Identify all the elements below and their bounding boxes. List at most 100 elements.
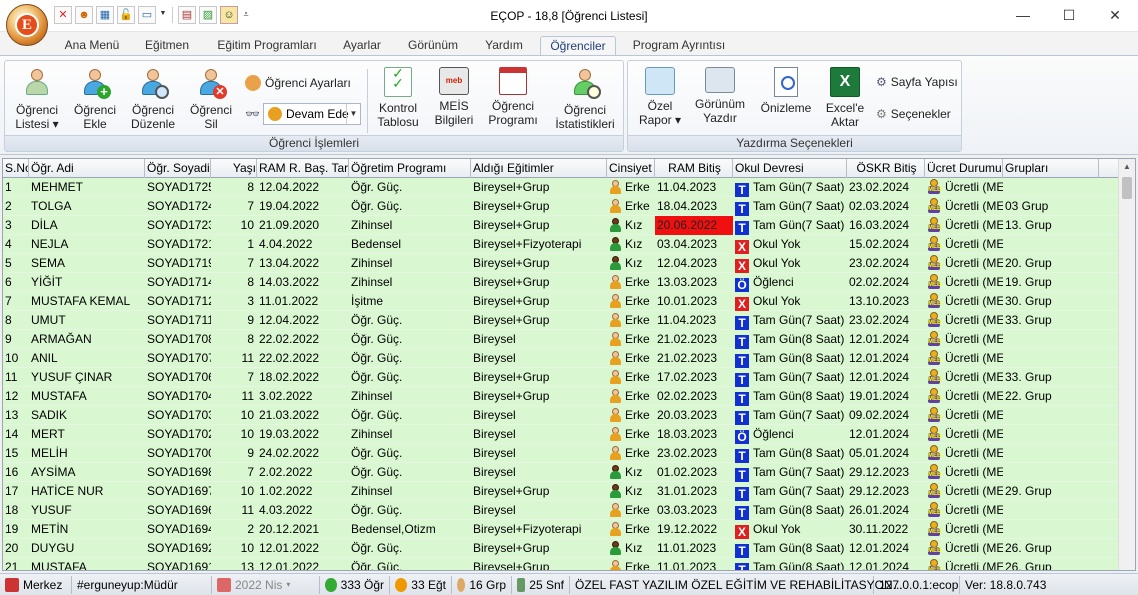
tab-gorunum[interactable]: Görünüm [398,36,468,56]
ogrenci-ekle-button[interactable]: + Öğrenci Ekle [67,65,123,131]
table-row[interactable]: 12 MUSTAFA SOYAD1704 11 3.02.2022 Zihinsel Bir… [3,387,1119,406]
tab-egitmen[interactable]: Eğitmen [136,36,198,56]
scroll-thumb[interactable] [1122,177,1132,199]
ogrenci-istatistikleri-button[interactable]: Öğrenci İstatistikleri [549,65,621,131]
table-cell: 02.02.2023 [655,387,733,406]
table-row[interactable]: 2 TOLGA SOYAD1724 7 19.04.2022 Öğr. Güç. Birey… [3,197,1119,216]
table-row[interactable]: 8 UMUT SOYAD1711 9 12.04.2022 Öğr. Güç. Bireys… [3,311,1119,330]
cell-ucret: Ücretli (ME [945,408,1003,422]
ogrenci-duzenle-button[interactable]: Öğrenci Düzenle [125,65,181,131]
status-period[interactable]: 2022 Nis ▾ [212,575,320,594]
column-header[interactable]: Grupları [1003,159,1099,178]
table-cell: 10 [211,406,257,425]
ogrenci-ayarlari-button[interactable]: Öğrenci Ayarları [245,75,351,91]
column-header[interactable]: RAM R. Baş. Tarih [257,159,349,178]
table-cell: T Tam Gün(7 Saat) [733,216,847,235]
cell-cins: Erke [625,294,650,308]
vertical-scrollbar[interactable]: ▲ [1118,159,1135,570]
cell-ad: AYSİMA [31,465,76,479]
table-cell: SOYAD1694 [145,520,211,539]
secenekler-button[interactable]: ⚙ Seçenekler [876,107,951,121]
cell-ram: 20.12.2021 [259,522,320,536]
meb-fee-icon: MEB [927,350,941,365]
table-row[interactable]: 14 MERT SOYAD1702 10 19.03.2022 Zihinsel Birey… [3,425,1119,444]
kontrol-tablosu-button[interactable]: ✓ ✓ Kontrol Tablosu [371,65,425,129]
table-row[interactable]: 5 SEMA SOYAD1719 7 13.04.2022 Zihinsel Bireyse… [3,254,1119,273]
table-cell: 24.02.2022 [257,444,349,463]
table-row[interactable]: 16 AYSİMA SOYAD1698 7 2.02.2022 Öğr. Güç. Bire… [3,463,1119,482]
table-cell: 9 [211,444,257,463]
table-row[interactable]: 11 YUSUF ÇINAR SOYAD1706 7 18.02.2022 Öğr. Gü… [3,368,1119,387]
cell-prog: Öğr. Güç. [351,332,403,346]
excel-aktar-button[interactable]: X Excel'e Aktar [820,65,870,129]
table-cell: 09.02.2024 [847,406,925,425]
table-cell: 19.03.2022 [257,425,349,444]
separator [367,69,368,133]
cell-oskr: 02.02.2024 [849,275,910,289]
maximize-button[interactable]: ☐ [1046,0,1092,31]
ogrenci-listesi-button[interactable]: Öğrenci Listesi ▾ [9,65,65,131]
table-row[interactable]: 21 MUSTAFA SOYAD1691 13 12.01.2022 Öğr. Güç. B… [3,558,1119,570]
tab-program-ayrintisi[interactable]: Program Ayrıntısı [624,36,734,56]
column-header[interactable]: S.No [3,159,29,178]
column-header[interactable]: Ücret Durumu [925,159,1003,178]
tab-ayarlar[interactable]: Ayarlar [334,36,390,56]
column-header[interactable]: Aldığı Eğitimler [471,159,607,178]
gorunum-yazdir-button[interactable]: Görünüm Yazdır [690,65,750,125]
minimize-button[interactable]: — [1000,0,1046,31]
table-row[interactable]: 17 HATİCE NUR SOYAD1697 10 1.02.2022 Zihinsel… [3,482,1119,501]
table-cell: 12.01.2024 [847,330,925,349]
table-row[interactable]: 13 SADIK SOYAD1703 10 21.03.2022 Öğr. Güç. Bir… [3,406,1119,425]
column-header[interactable]: Yaşı [211,159,257,178]
table-cell: 18 [3,501,29,520]
teacher-icon [395,577,408,592]
table-row[interactable]: 1 MEHMET SOYAD1725 8 12.04.2022 Öğr. Güç. Bire… [3,178,1119,197]
cell-yas: 11 [241,351,254,365]
cell-grup: 26. Grup [1005,541,1052,555]
onizleme-button[interactable]: Önizleme [756,65,816,115]
cell-no: 5 [5,256,12,270]
table-row[interactable]: 4 NEJLA SOYAD1721 1 4.04.2022 Bedensel Bireyse… [3,235,1119,254]
table-row[interactable]: 3 DİLA SOYAD1723 10 21.09.2020 Zihinsel Bireys… [3,216,1119,235]
table-row[interactable]: 20 DUYGU SOYAD1692 10 12.01.2022 Öğr. Güç. Bir… [3,539,1119,558]
table-row[interactable]: 9 ARMAĞAN SOYAD1708 8 22.02.2022 Öğr. Güç. Bir… [3,330,1119,349]
cell-ram: 22.02.2022 [259,332,320,346]
column-header[interactable]: Öğr. Soyadi [145,159,211,178]
male-student-icon [609,199,622,213]
tab-ogrenciler[interactable]: Öğrenciler [540,36,616,56]
meb-fee-icon: MEB [927,559,941,570]
female-student-icon [609,256,622,270]
tab-ana-menu[interactable]: Ana Menü [58,36,126,56]
ogrenci-programi-button[interactable]: Öğrenci Programı [483,65,543,127]
sayfa-yapisi-button[interactable]: ⚙ Sayfa Yapısı [876,75,958,89]
cell-no: 2 [5,199,12,213]
table-row[interactable]: 10 ANIL SOYAD1707 11 22.02.2022 Öğr. Güç. Bire… [3,349,1119,368]
column-header[interactable]: Öğretim Programı [349,159,471,178]
table-row[interactable]: 7 MUSTAFA KEMAL SOYAD1712 3 11.01.2022 İşitme… [3,292,1119,311]
table-cell: MEB Ücretli (ME [925,558,1003,570]
column-header[interactable]: RAM Bitiş [655,159,733,178]
table-row[interactable]: 6 YİĞİT SOYAD1714 8 14.03.2022 Zihinsel Bireys… [3,273,1119,292]
cell-bitis: 03.04.2023 [657,237,718,251]
tab-egitim-programlari[interactable]: Eğitim Programları [208,36,326,56]
tab-yardim[interactable]: Yardım [476,36,532,56]
app-menu-button[interactable]: E [6,4,48,46]
column-header[interactable]: Öğr. Adi [29,159,145,178]
close-button[interactable]: ✕ [1092,0,1138,31]
column-header[interactable]: Okul Devresi [733,159,847,178]
meis-bilgileri-button[interactable]: meb MEİS Bilgileri [427,65,481,127]
scroll-up-icon[interactable]: ▲ [1119,159,1135,175]
ozel-rapor-button[interactable]: Özel Rapor ▾ [632,65,688,127]
full-day-icon: T [735,487,749,501]
table-cell: 12.01.2024 [847,368,925,387]
cell-oskr: 12.01.2024 [849,351,910,365]
table-row[interactable]: 18 YUSUF SOYAD1696 11 4.03.2022 Öğr. Güç. Bire… [3,501,1119,520]
meb-fee-icon: MEB [927,369,941,384]
status-filter-combo[interactable]: Devam Ede ▼ [263,103,361,125]
column-header[interactable]: ÖSKR Bitiş [847,159,925,178]
ogrenci-sil-button[interactable]: ✕ Öğrenci Sil [183,65,239,131]
table-row[interactable]: 15 MELİH SOYAD1700 9 24.02.2022 Öğr. Güç. Bire… [3,444,1119,463]
column-header[interactable]: Cinsiyet [607,159,655,178]
student-grid[interactable]: S.NoÖğr. AdiÖğr. SoyadiYaşıRAM R. Baş. T… [2,158,1136,571]
table-row[interactable]: 19 METİN SOYAD1694 2 20.12.2021 Bedensel,Otiz… [3,520,1119,539]
